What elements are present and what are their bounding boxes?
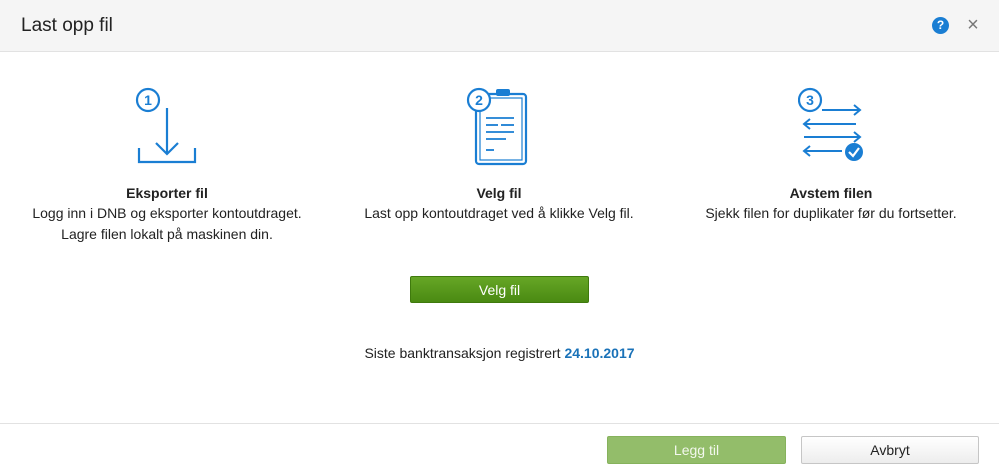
step-number: 1: [144, 92, 152, 108]
select-file-button[interactable]: Velg fil: [410, 276, 589, 303]
step-number: 3: [806, 92, 814, 108]
close-icon[interactable]: ×: [964, 14, 982, 36]
step-description: Logg inn i DNB og eksporter kontoutdrage…: [32, 205, 302, 242]
step-reconcile-file: 3 Avstem filen Sjekk filen for duplikate…: [681, 84, 981, 224]
dialog-title: Last opp fil: [21, 15, 113, 36]
last-transaction-date: 24.10.2017: [564, 345, 635, 361]
help-icon[interactable]: ?: [932, 17, 949, 34]
download-icon: 1: [135, 87, 197, 164]
last-transaction-label: Siste banktransaksjon registrert: [364, 345, 561, 361]
step-heading: Avstem filen: [789, 185, 873, 201]
step-number: 2: [475, 92, 483, 108]
dialog-header: Last opp fil ? ×: [0, 0, 999, 52]
reconcile-arrows-icon: 3: [798, 87, 863, 161]
add-button[interactable]: Legg til: [607, 436, 786, 464]
cancel-button[interactable]: Avbryt: [801, 436, 979, 464]
step-heading: Velg fil: [476, 185, 522, 201]
dialog-footer: Legg til Avbryt: [0, 423, 999, 473]
step-heading: Eksporter fil: [126, 185, 208, 201]
step-select-file: 2 Velg fil Last opp kontoutdraget ved å …: [349, 84, 649, 224]
step-export-file: 1 Eksporter fil Logg inn i DNB og ekspor…: [17, 84, 317, 245]
clipboard-document-icon: 2: [466, 87, 528, 166]
step-description: Sjekk filen for duplikater før du fortse…: [705, 205, 957, 221]
last-transaction-info: Siste banktransaksjon registrert 24.10.2…: [0, 345, 999, 361]
step-description: Last opp kontoutdraget ved å klikke Velg…: [364, 205, 634, 221]
